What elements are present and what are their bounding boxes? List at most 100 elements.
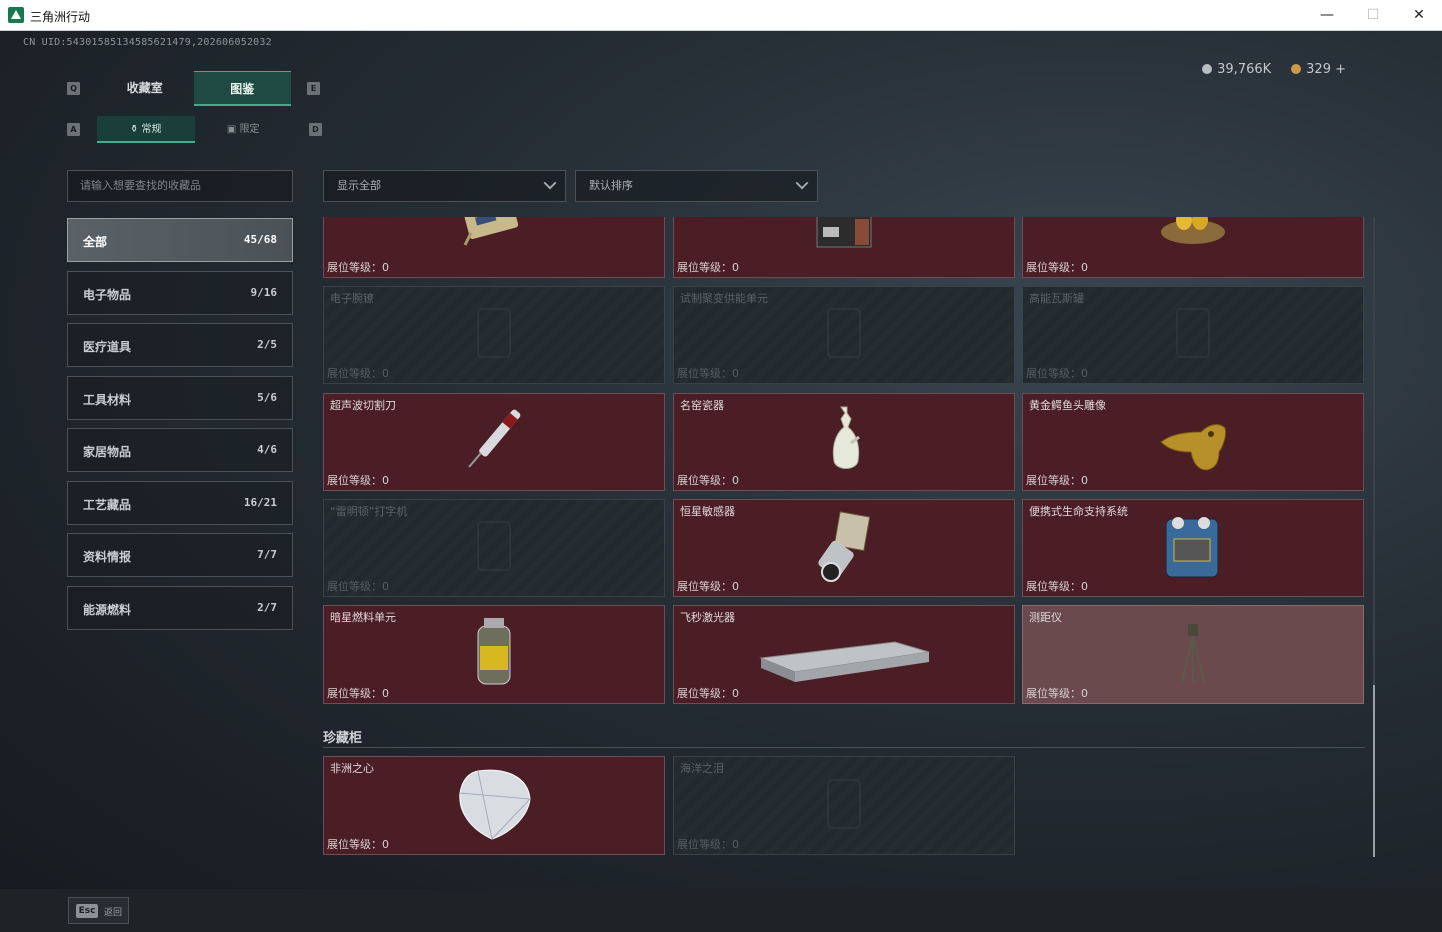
collection-card[interactable]: 试制聚变供能单元 展位等级：0 — [673, 286, 1015, 384]
item-name: 飞秒激光器 — [680, 611, 735, 624]
collection-card[interactable]: 高能瓦斯罐展位等级：0 — [1022, 286, 1364, 384]
sort-dropdown[interactable]: 默认排序 — [575, 170, 818, 202]
tape-recorder-icon — [811, 217, 877, 253]
collection-card[interactable]: 恒星敏感器展位等级：0 — [673, 499, 1015, 597]
close-button[interactable]: ✕ — [1396, 0, 1442, 31]
item-name: 试制聚变供能单元 — [680, 292, 768, 305]
treasure-card[interactable]: 非洲之心展位等级：0 — [323, 756, 665, 855]
gold-crocodile-icon — [1157, 408, 1229, 476]
collection-card[interactable]: 展位等级：0 — [323, 217, 665, 278]
d-key-hint: D — [309, 123, 322, 136]
collection-card[interactable]: 黄金鳄鱼头雕像 展位等级：0 — [1022, 393, 1364, 491]
esc-key: Esc — [76, 904, 98, 918]
q-key-hint: Q — [67, 82, 80, 95]
booth-level: 展位等级：0 — [327, 687, 389, 700]
booth-level: 展位等级：0 — [1026, 367, 1088, 380]
item-name: 海洋之泪 — [680, 762, 724, 775]
placeholder-icon — [474, 518, 514, 578]
item-name: “雷明顿”打字机 — [330, 505, 408, 518]
circuit-device-icon — [459, 217, 529, 251]
collection-card[interactable]: 展位等级：0 — [1022, 217, 1364, 278]
booth-level: 展位等级：0 — [1026, 687, 1088, 700]
back-button[interactable]: Esc 返回 — [68, 897, 129, 924]
scrollbar-thumb[interactable] — [1373, 685, 1375, 857]
search-input[interactable]: 请输入想要查找的收藏品 — [67, 170, 293, 202]
golden-egg-nest-icon — [1158, 217, 1228, 252]
collection-card[interactable]: 电子腕镣 展位等级：0 — [323, 286, 665, 384]
tab-collection-room[interactable]: 收藏室 — [96, 71, 194, 106]
item-name: 恒星敏感器 — [680, 505, 735, 518]
category-medical[interactable]: 医疗道具 2/5 — [67, 323, 293, 367]
category-electronics[interactable]: 电子物品 9/16 — [67, 270, 293, 315]
item-name: 非洲之心 — [330, 762, 374, 775]
booth-level: 展位等级：0 — [1026, 474, 1088, 487]
collection-card[interactable]: 便携式生命支持系统 展位等级：0 — [1022, 499, 1364, 597]
booth-level: 展位等级：0 — [327, 367, 389, 380]
life-support-icon — [1160, 511, 1226, 585]
subtab-regular[interactable]: ⚱ 常规 — [97, 116, 195, 143]
booth-level: 展位等级：0 — [677, 261, 739, 274]
category-household[interactable]: 家居物品 4/6 — [67, 428, 293, 472]
booth-level: 展位等级：0 — [327, 474, 389, 487]
booth-level: 展位等级：0 — [327, 261, 389, 274]
fuel-canister-icon — [470, 616, 518, 694]
treasure-section-title: 珍藏柜 — [323, 731, 363, 746]
collection-card[interactable]: 测距仪展位等级：0 — [1022, 605, 1364, 704]
booth-level: 展位等级：0 — [677, 367, 739, 380]
booth-level: 展位等级：0 — [677, 580, 739, 593]
booth-level: 展位等级：0 — [677, 838, 739, 851]
placeholder-icon — [824, 776, 864, 836]
booth-level: 展位等级：0 — [327, 838, 389, 851]
main-tabs: 收藏室 图鉴 — [96, 71, 291, 106]
silver-coin-icon — [1202, 64, 1213, 74]
placeholder-icon — [824, 305, 864, 365]
booth-level: 展位等级：0 — [1026, 580, 1088, 593]
silver-currency: 39,766K — [1202, 62, 1271, 77]
category-all[interactable]: 全部 45/68 — [67, 218, 293, 262]
currency-bar: 39,766K 329 + — [1202, 62, 1346, 77]
chevron-down-icon — [543, 176, 557, 190]
maximize-button[interactable]: ☐ — [1350, 0, 1396, 31]
app-icon — [8, 7, 24, 23]
booth-level: 展位等级：0 — [677, 687, 739, 700]
subtab-limited[interactable]: ▣ 限定 — [195, 116, 293, 143]
regular-icon: ⚱ — [129, 124, 142, 135]
collection-card[interactable]: 超声波切割刀 展位等级：0 — [323, 393, 665, 491]
item-name: 测距仪 — [1029, 611, 1062, 624]
collection-card[interactable]: 暗星燃料单元 展位等级：0 — [323, 605, 665, 704]
star-sensor-icon — [811, 508, 877, 588]
porcelain-vase-icon — [827, 403, 861, 481]
tab-catalog[interactable]: 图鉴 — [193, 71, 291, 106]
collection-card[interactable]: 飞秒激光器展位等级：0 — [673, 605, 1015, 704]
category-list: 全部 45/68 电子物品 9/16 医疗道具 2/5 工具材料 5/6 家居物品 4/6… — [67, 218, 293, 638]
title-bar: 三角洲行动 — ☐ ✕ — [0, 0, 1442, 31]
game-window: 三角洲行动 — ☐ ✕ CN UID:54301585134585621479,… — [0, 0, 1442, 932]
booth-level: 展位等级：0 — [677, 474, 739, 487]
category-energy[interactable]: 能源燃料 2/7 — [67, 585, 293, 630]
item-name: 名窑瓷器 — [680, 399, 724, 412]
a-key-hint: A — [67, 123, 80, 136]
gold-currency[interactable]: 329 + — [1291, 62, 1346, 77]
sub-tabs: ⚱ 常规 ▣ 限定 — [97, 116, 292, 143]
chevron-down-icon — [795, 176, 809, 190]
collection-card[interactable]: 展位等级：0 — [673, 217, 1015, 278]
booth-level: 展位等级：0 — [327, 580, 389, 593]
collection-card[interactable]: “雷明顿”打字机 展位等级：0 — [323, 499, 665, 597]
limited-icon: ▣ — [226, 124, 240, 135]
collection-card[interactable]: 名窑瓷器展位等级：0 — [673, 393, 1015, 491]
category-crafts[interactable]: 工艺藏品 16/21 — [67, 480, 293, 525]
item-name: 高能瓦斯罐 — [1029, 292, 1084, 305]
category-tools[interactable]: 工具材料 5/6 — [67, 375, 293, 420]
cutter-icon — [459, 405, 529, 479]
item-name: 暗星燃料单元 — [330, 611, 396, 624]
uid-label: CN UID:54301585134585621479,202606052032 — [23, 37, 272, 48]
e-key-hint: E — [307, 82, 320, 95]
filter-dropdown[interactable]: 显示全部 — [323, 170, 566, 202]
minimize-button[interactable]: — — [1304, 0, 1350, 31]
item-name: 黄金鳄鱼头雕像 — [1029, 399, 1106, 412]
item-name: 超声波切割刀 — [330, 399, 396, 412]
item-name: 便携式生命支持系统 — [1029, 505, 1128, 518]
category-intel[interactable]: 资料情报 7/7 — [67, 533, 293, 577]
placeholder-icon — [474, 305, 514, 365]
treasure-card[interactable]: 海洋之泪展位等级：0 — [673, 756, 1015, 855]
